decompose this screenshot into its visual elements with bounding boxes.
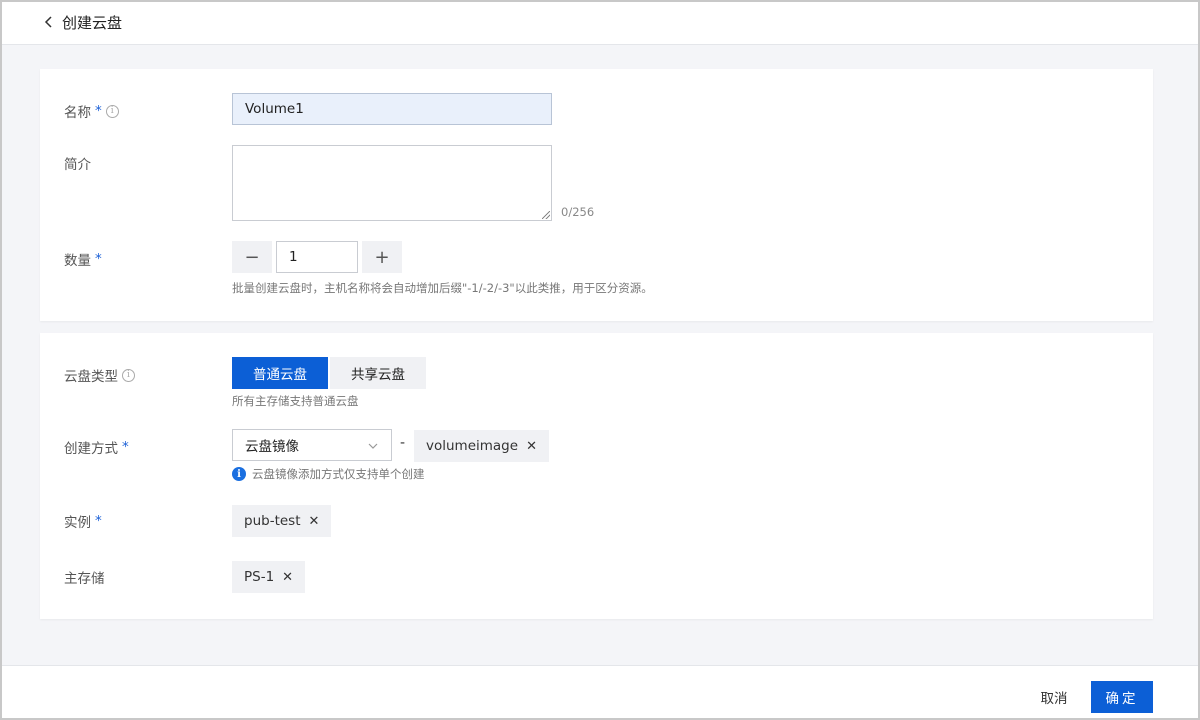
desc-label: 简介 [64, 157, 91, 173]
storage-tag: PS-1 ✕ [232, 561, 306, 593]
separator-dash: - [400, 435, 406, 451]
instance-label-row: 实例 * [64, 511, 102, 531]
chevron-left-icon[interactable] [42, 15, 56, 29]
chevron-down-icon [368, 443, 378, 449]
required-mark: * [95, 103, 102, 119]
name-label: 名称 [64, 105, 91, 121]
required-mark: * [95, 251, 102, 267]
method-label-row: 创建方式 * [64, 437, 129, 457]
minus-icon: − [244, 246, 260, 268]
cancel-button[interactable]: 取消 [1024, 681, 1084, 713]
method-note-text: 云盘镜像添加方式仅支持单个创建 [252, 467, 425, 481]
config-card: 云盘类型 i 普通云盘 共享云盘 所有主存储支持普通云盘 创建方式 * 云盘镜像… [40, 333, 1153, 619]
info-filled-icon: i [232, 467, 246, 481]
quantity-hint: 批量创建云盘时，主机名称将会自动增加后缀"-1/-2/-3"以此类推，用于区分资… [232, 281, 653, 295]
close-icon[interactable]: ✕ [526, 440, 537, 453]
decrement-button[interactable]: − [232, 241, 272, 273]
plus-icon: + [374, 246, 390, 268]
volumeimage-tag: volumeimage ✕ [414, 430, 549, 462]
type-label: 云盘类型 [64, 369, 118, 385]
description-textarea[interactable] [232, 145, 552, 221]
method-label: 创建方式 [64, 441, 118, 457]
tag-label: volumeimage [426, 438, 519, 454]
qty-label-row: 数量 * [64, 249, 102, 269]
quantity-input[interactable]: 1 [276, 241, 358, 273]
type-normal-button[interactable]: 普通云盘 [232, 357, 328, 389]
instance-tag: pub-test ✕ [232, 505, 332, 537]
char-counter: 0/256 [561, 205, 595, 219]
type-hint: 所有主存储支持普通云盘 [232, 394, 359, 408]
required-mark: * [95, 513, 102, 529]
name-label-row: 名称 * i [64, 101, 119, 121]
close-icon[interactable]: ✕ [309, 515, 320, 528]
info-icon[interactable]: i [122, 368, 135, 382]
method-select[interactable]: 云盘镜像 [232, 429, 392, 461]
page-title: 创建云盘 [62, 13, 123, 32]
confirm-button[interactable]: 确定 [1091, 681, 1153, 713]
required-mark: * [122, 439, 129, 455]
resize-handle-icon[interactable] [542, 211, 550, 219]
type-label-row: 云盘类型 i [64, 365, 135, 385]
tag-label: PS-1 [244, 569, 275, 585]
storage-label: 主存储 [64, 571, 105, 587]
method-select-value: 云盘镜像 [245, 439, 299, 455]
close-icon[interactable]: ✕ [282, 571, 293, 584]
footer-bar: 取消 确定 [0, 665, 1200, 720]
type-shared-button[interactable]: 共享云盘 [330, 357, 426, 389]
page-header: 创建云盘 [0, 0, 1200, 45]
info-icon[interactable]: i [105, 104, 119, 118]
tag-label: pub-test [244, 513, 301, 529]
name-input[interactable]: Volume1 [232, 93, 552, 125]
increment-button[interactable]: + [362, 241, 402, 273]
basic-info-card: 名称 * i Volume1 简介 0/256 数量 * − 1 + 批量创建云… [40, 69, 1153, 321]
instance-label: 实例 [64, 515, 91, 531]
method-note: i 云盘镜像添加方式仅支持单个创建 [232, 466, 425, 482]
qty-label: 数量 [64, 253, 91, 269]
